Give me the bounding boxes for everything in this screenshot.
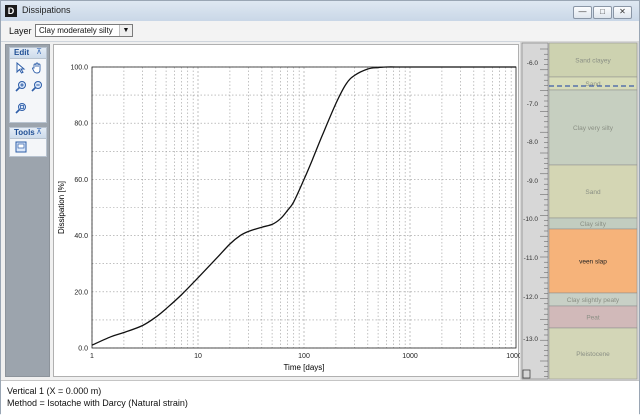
chart-grid — [91, 66, 516, 349]
toolbar: Layer Clay moderately silty ▼ — [1, 21, 639, 42]
y-axis-label: Dissipation [%] — [57, 181, 66, 234]
y-tick-label: 40.0 — [74, 233, 88, 240]
y-tick-label: 60.0 — [74, 177, 88, 184]
tools-panel-title: Tools — [14, 128, 35, 137]
borelog-profile: -6.0 -7.0 -8.0 -9.0 -10.0 -11.0 -12.0 -13.0 Sand… — [521, 42, 638, 380]
dissipations-window: D Dissipations — □ ✕ Layer Clay moderate… — [0, 0, 640, 415]
x-tick-label: 1000 — [402, 353, 418, 360]
layer-dropdown-value: Clay moderately silty — [39, 26, 113, 35]
edit-panel-header: Edit ⊼ — [10, 47, 46, 59]
zoom-in-icon[interactable] — [14, 80, 27, 93]
y-tick-label: 0.0 — [78, 346, 88, 353]
dissipation-chart: 1 10 100 1000 10000 0.0 20.0 40.0 60.0 80.0 100.0… — [57, 65, 520, 373]
depth-label: -9.0 — [527, 178, 539, 185]
status-panel: Vertical 1 (X = 0.000 m) Method = Isotac… — [1, 380, 639, 415]
soil-layer-label: Clay very silty — [573, 125, 614, 132]
soil-layer-label: Sand — [585, 189, 601, 196]
borelog-panel: -6.0 -7.0 -8.0 -9.0 -10.0 -11.0 -12.0 -13.0 Sand… — [520, 41, 639, 381]
x-tick-label: 10000 — [506, 353, 520, 360]
depth-label: -13.0 — [523, 336, 538, 343]
hand-pan-icon[interactable] — [30, 62, 43, 75]
depth-axis — [521, 42, 549, 380]
window-title: Dissipations — [22, 5, 71, 15]
soil-layer-label: Peat — [586, 315, 600, 322]
soil-layer-label: veen slap — [579, 259, 607, 266]
title-bar: D Dissipations — □ ✕ — [1, 1, 639, 22]
edit-panel: Edit ⊼ — [9, 47, 47, 123]
layer-label: Layer — [9, 26, 32, 36]
depth-label: -8.0 — [527, 139, 539, 146]
zoom-out-icon[interactable] — [30, 80, 43, 93]
soil-layer-label: Clay silty — [580, 221, 607, 228]
layer-dropdown[interactable]: Clay moderately silty ▼ — [35, 24, 133, 37]
left-tool-panel: Edit ⊼ Tools ⊼ — [5, 44, 50, 377]
x-tick-labels: 1 10 100 1000 10000 — [90, 353, 520, 360]
export-icon[interactable] — [14, 141, 27, 154]
soil-layer-label: Pleistocene — [576, 351, 610, 358]
soil-layer-label: Clay slightly peaty — [567, 297, 620, 304]
x-tick-label: 1 — [90, 353, 94, 360]
soil-layer-label: Sand — [585, 81, 601, 88]
y-tick-labels: 0.0 20.0 40.0 60.0 80.0 100.0 — [70, 65, 88, 353]
depth-label: -10.0 — [523, 216, 538, 223]
x-tick-label: 10 — [194, 353, 202, 360]
dissipation-chart-area: 1 10 100 1000 10000 0.0 20.0 40.0 60.0 80.0 100.0… — [53, 44, 520, 377]
y-tick-label: 80.0 — [74, 121, 88, 128]
depth-label: -12.0 — [523, 294, 538, 301]
maximize-button[interactable]: □ — [593, 6, 612, 19]
y-tick-label: 20.0 — [74, 289, 88, 296]
close-button[interactable]: ✕ — [613, 6, 632, 19]
status-vertical: Vertical 1 (X = 0.000 m) — [7, 386, 102, 396]
x-tick-label: 100 — [298, 353, 310, 360]
zoom-extents-icon[interactable] — [14, 102, 27, 115]
depth-label: -7.0 — [527, 101, 539, 108]
minimize-button[interactable]: — — [573, 6, 592, 19]
edit-panel-title: Edit — [14, 48, 30, 57]
x-axis-label: Time [days] — [283, 363, 324, 372]
status-method: Method = Isotache with Darcy (Natural st… — [7, 398, 188, 408]
soil-layer-label: Sand clayey — [575, 58, 611, 65]
pin-icon[interactable]: ⊼ — [36, 127, 42, 136]
tools-panel: Tools ⊼ — [9, 127, 47, 157]
tools-panel-header: Tools ⊼ — [10, 127, 46, 139]
pin-icon[interactable]: ⊼ — [36, 47, 42, 56]
y-tick-label: 100.0 — [70, 65, 88, 72]
select-arrow-icon[interactable] — [14, 61, 27, 75]
app-icon: D — [5, 5, 17, 17]
chevron-down-icon[interactable]: ▼ — [119, 25, 132, 36]
depth-label: -11.0 — [524, 255, 539, 262]
depth-label: -6.0 — [527, 60, 539, 67]
